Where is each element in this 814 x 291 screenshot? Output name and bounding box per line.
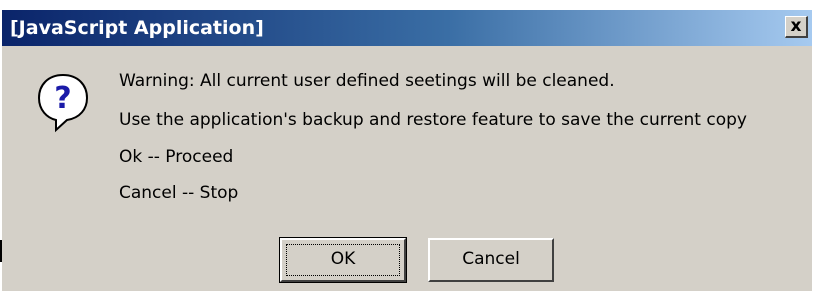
close-button[interactable]: x <box>785 16 808 38</box>
svg-text:?: ? <box>54 81 71 116</box>
alert-dialog: [JavaScript Application] x ? Warning: Al… <box>2 10 812 291</box>
cancel-button-label: Cancel <box>462 249 520 269</box>
page: [JavaScript Application] x ? Warning: Al… <box>0 0 814 291</box>
cancel-button[interactable]: Cancel <box>428 238 554 282</box>
message-line-ok: Ok -- Proceed <box>119 147 234 167</box>
message-line-cancel: Cancel -- Stop <box>119 183 239 203</box>
message-line-warning: Warning: All current user defined seetin… <box>119 71 615 91</box>
title-bar[interactable]: [JavaScript Application] x <box>2 10 812 46</box>
dialog-title: [JavaScript Application] <box>10 17 264 39</box>
focus-ring <box>286 244 400 276</box>
message-line-backup: Use the application's backup and restore… <box>119 110 747 130</box>
ok-button[interactable]: OK <box>279 237 407 283</box>
close-icon: x <box>790 16 802 36</box>
question-icon: ? <box>37 73 89 133</box>
